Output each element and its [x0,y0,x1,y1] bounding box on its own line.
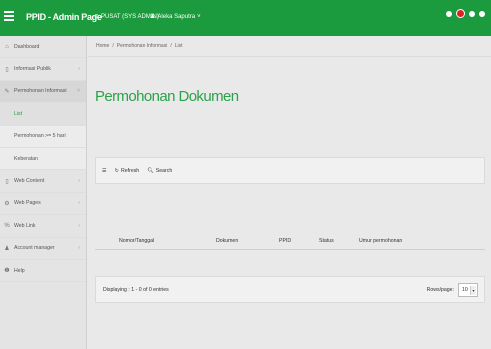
column-menu-icon[interactable]: ☰ [102,168,107,174]
sidebar-item-label: Help [14,267,25,274]
menu-toggle-icon[interactable] [4,11,14,21]
main-content: Home / Permohonan Informasi / List Permo… [88,36,491,349]
rows-per-page-label: Rows/page: [426,287,454,293]
sidebar-item-web-link[interactable]: % Web Link ‹ [0,215,86,238]
top-actions [446,9,485,18]
chevron-left-icon: ‹ [78,178,80,185]
sidebar-item-dashboard[interactable]: ⌂ Dashboard [0,36,86,59]
table-header: Nomor/Tanggal Dokumen PPID Status Umur p… [95,232,485,250]
top-bar: PPID - Admin Page ⊙ PUSAT (SYS ADMIN) ♟ … [0,0,491,36]
breadcrumb: Home / Permohonan Informasi / List [88,36,491,57]
column-header[interactable]: Status [319,238,334,244]
rows-per-page-value: 10 [462,287,468,293]
search-icon: 🔍︎ [147,167,154,174]
app-title[interactable]: PPID - Admin Page [26,12,102,22]
breadcrumb-section[interactable]: Permohonan Informasi [117,43,168,49]
refresh-label: Refresh [121,167,140,174]
gear-icon: ⚙ [4,200,10,207]
power-icon[interactable] [479,10,485,17]
search-label: Search [155,167,173,174]
chevron-left-icon: ‹ [78,245,80,252]
file-icon: ▯ [5,178,9,185]
sidebar-item-label: Permohonan >= 5 hari [14,133,66,140]
sidebar-item-label: Dashboard [14,43,40,50]
page-title: Permohonan Dokumen [95,88,239,105]
chevron-left-icon: ‹ [78,200,80,207]
chevron-down-icon: ˅ [77,88,80,95]
notification-icon[interactable] [456,9,465,18]
user-icon: ♟ [4,245,10,252]
refresh-button[interactable]: ↻ Refresh [115,168,140,174]
breadcrumb-separator: / [170,43,172,49]
info-icon[interactable] [469,10,475,17]
breadcrumb-current: List [174,43,183,49]
link-icon: % [4,222,10,229]
file-icon: ▯ [5,66,9,73]
toolbar: ☰ ↻ Refresh 🔍︎ Search [95,157,485,184]
chevron-left-icon: ‹ [78,222,80,229]
sidebar: ⌂ Dashboard ▯ Informasi Publik ‹ ✎ Permo… [0,36,87,349]
chevron-down-icon: ˅ [197,13,201,20]
sidebar-subitem-permohonan-5-hari[interactable]: Permohonan >= 5 hari [0,125,86,148]
sidebar-item-web-pages[interactable]: ⚙ Web Pages ‹ [0,193,86,216]
sidebar-subitem-keberatan[interactable]: Keberatan [0,147,86,171]
entries-count: Displaying : 1 - 0 of 0 entries [103,287,169,293]
user-icon: ♟ [150,14,156,20]
sidebar-item-help[interactable]: ❶ Help [0,260,86,283]
edit-icon: ✎ [4,88,10,95]
sidebar-item-label: List [14,110,23,117]
sidebar-item-label: Permohonan Informasi [14,88,67,95]
breadcrumb-separator: / [112,43,114,49]
sidebar-item-label: Web Pages [14,200,41,207]
sidebar-item-informasi-publik[interactable]: ▯ Informasi Publik ‹ [0,58,86,81]
search-button[interactable]: 🔍︎ Search [147,168,172,174]
refresh-icon: ↻ [114,167,120,174]
sidebar-item-permohonan-informasi[interactable]: ✎ Permohonan Informasi ˅ [0,80,86,104]
home-icon: ⌂ [5,43,9,50]
column-header[interactable]: PPID [279,238,291,244]
rows-per-page-select[interactable]: 10 ▾ [458,283,478,297]
sidebar-item-label: Keberatan [14,155,38,162]
user-menu[interactable]: ♟ Aleka Saputra ˅ [150,13,201,21]
column-header[interactable]: Umur permohonan [359,238,402,244]
column-header[interactable]: Dokumen [216,238,238,244]
sidebar-item-label: Account manager [14,245,55,252]
sidebar-item-label: Web Content [14,178,45,185]
sidebar-item-label: Informasi Publik [14,66,51,73]
pagination-bar: Displaying : 1 - 0 of 0 entries Rows/pag… [95,276,485,303]
column-header[interactable]: Nomor/Tanggal [119,238,154,244]
sidebar-subitem-list[interactable]: List [0,103,86,126]
sidebar-item-web-content[interactable]: ▯ Web Content ‹ [0,170,86,193]
sidebar-item-account-manager[interactable]: ♟ Account manager ‹ [0,238,86,260]
chevron-down-icon: ▾ [470,286,476,295]
chevron-left-icon: ‹ [78,66,80,73]
user-name: Aleka Saputra [157,13,196,20]
breadcrumb-home[interactable]: Home [96,43,109,49]
info-icon: ❶ [4,268,10,275]
sidebar-item-label: Web Link [14,222,36,229]
pin-icon: ⊙ [94,14,100,20]
settings-icon[interactable] [446,10,452,17]
